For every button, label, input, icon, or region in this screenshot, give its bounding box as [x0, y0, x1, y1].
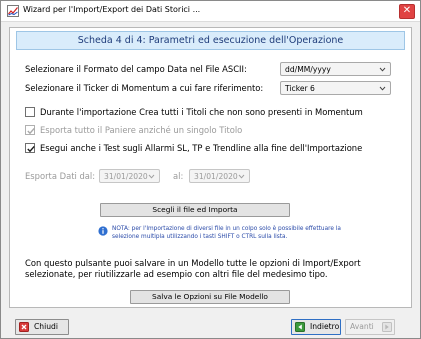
- ticker-label: Selezionare il Ticker di Momentum a cui …: [25, 83, 264, 93]
- export-basket-label: Esporta tutto il Paniere anziché un sing…: [40, 125, 243, 135]
- ticker-value: Ticker 6: [285, 84, 315, 93]
- wizard-content-panel: Scheda 4 di 4: Parametri ed esecuzione d…: [9, 27, 412, 308]
- chevron-down-icon: [238, 174, 245, 179]
- window-close-button[interactable]: ✕: [399, 4, 415, 19]
- export-to-label: al:: [173, 171, 184, 181]
- chevron-down-icon: [379, 67, 386, 72]
- ticker-select[interactable]: Ticker 6: [280, 81, 391, 95]
- checkmark-icon: [27, 145, 35, 153]
- close-button-label: Chiudi: [34, 322, 58, 331]
- create-titles-checkbox[interactable]: [25, 107, 35, 117]
- window-title: Wizard per l'Import/Export dei Dati Stor…: [23, 5, 201, 14]
- date-format-label: Selezionare il Formato del campo Data ne…: [25, 64, 247, 74]
- footer-bar: Chiudi Indietro Avanti: [1, 311, 420, 339]
- next-button[interactable]: Avanti: [345, 319, 395, 335]
- wizard-window: Wizard per l'Import/Export dei Dati Stor…: [0, 0, 421, 339]
- step-banner-text: Scheda 4 di 4: Parametri ed esecuzione d…: [77, 35, 344, 46]
- close-button[interactable]: Chiudi: [15, 319, 69, 335]
- back-button-label: Indietro: [310, 322, 340, 331]
- next-button-label: Avanti: [350, 322, 374, 331]
- export-to-value: 31/01/2020: [194, 172, 238, 181]
- export-to-date[interactable]: 31/01/2020: [189, 169, 250, 183]
- choose-file-import-button[interactable]: Scegli il file ed Importa: [100, 203, 290, 217]
- close-icon: [19, 322, 29, 332]
- run-tests-label: Esegui anche i Test sugli Allarmi SL, TP…: [40, 143, 363, 153]
- export-basket-checkbox[interactable]: [25, 125, 35, 135]
- title-bar[interactable]: Wizard per l'Import/Export dei Dati Stor…: [1, 1, 420, 22]
- chevron-down-icon: [379, 86, 386, 91]
- export-from-date[interactable]: 31/01/2020: [99, 169, 160, 183]
- export-from-label: Esporta Dati dal:: [25, 171, 96, 181]
- save-model-button[interactable]: Salva le Opzioni su File Modello: [130, 290, 290, 304]
- chevron-down-icon: [148, 174, 155, 179]
- model-description: Con questo pulsante puoi salvare in un M…: [25, 258, 361, 279]
- date-format-value: dd/MM/yyyy: [285, 65, 331, 74]
- checkmark-icon: [27, 127, 35, 135]
- forward-arrow-icon: [382, 322, 392, 332]
- step-banner: Scheda 4 di 4: Parametri ed esecuzione d…: [16, 31, 405, 50]
- export-from-value: 31/01/2020: [104, 172, 148, 181]
- run-tests-checkbox[interactable]: [25, 143, 35, 153]
- multi-select-note: NOTA: per l'Importazione di diversi file…: [112, 226, 341, 240]
- back-arrow-icon: [295, 322, 305, 332]
- back-button[interactable]: Indietro: [291, 319, 341, 335]
- create-titles-label: Durante l'importazione Crea tutti i Tito…: [40, 107, 363, 117]
- info-icon: [98, 226, 108, 236]
- date-format-select[interactable]: dd/MM/yyyy: [280, 62, 391, 76]
- app-icon: [7, 5, 19, 17]
